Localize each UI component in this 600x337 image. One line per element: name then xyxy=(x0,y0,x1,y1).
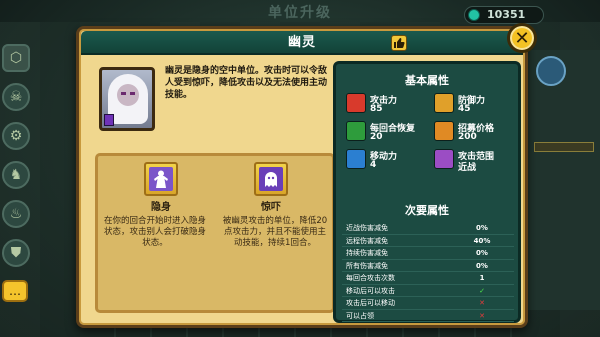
side-icon-gear[interactable]: ⚙ xyxy=(2,122,30,150)
heal-icon xyxy=(346,121,366,141)
list-item: 近战伤害减免 0% xyxy=(342,222,514,235)
ability-text: 被幽灵攻击的单位，降低20点攻击力，并且不能使用主动技能，持续1回合。 xyxy=(222,216,328,248)
basic-stats-title: 基本属性 xyxy=(405,74,449,87)
abilities-panel: 隐身 在你的回合开始时进入隐身状态，攻击别人会打破隐身状态。 惊吓 被幽灵攻击的… xyxy=(95,153,335,313)
check-icon: ✓ xyxy=(479,286,485,295)
list-item: 可以占领 ✕ xyxy=(342,310,514,322)
ghost-scare-icon xyxy=(259,167,283,191)
list-item: 攻击后可以移动 ✕ xyxy=(342,297,514,310)
list-item: 所有伤害减免 0% xyxy=(342,260,514,272)
side-icon-unit[interactable]: ⬡ xyxy=(2,44,30,72)
side-icon-beast[interactable]: ♞ xyxy=(2,161,30,189)
cost-icon xyxy=(434,121,454,141)
side-icon-fire[interactable]: ♨ xyxy=(2,200,30,228)
stealth-icon xyxy=(149,167,173,191)
cross-icon: ✕ xyxy=(479,299,485,307)
minor-stats-list: 近战伤害减免 0% 远程伤害减免 40% 持续伤害减免 0% 所有伤害减免 0% 每回合… xyxy=(342,222,514,322)
cross-icon: ✕ xyxy=(479,311,485,320)
level-badge-icon xyxy=(104,114,114,126)
stat-defense: 防御力 45 xyxy=(434,92,518,116)
stat-attack: 攻击力 85 xyxy=(346,92,430,116)
stats-panel: 基本属性 攻击力 85 防御力 45 每回合恢复 20 招募价格 200 移动力… xyxy=(333,61,521,323)
side-icon-skull[interactable]: ☠ xyxy=(2,83,30,111)
stat-heal: 每回合恢复 20 xyxy=(346,120,430,144)
thumbs-up-icon[interactable] xyxy=(391,35,407,51)
stat-range: 攻击范围 近战 xyxy=(434,148,518,173)
defense-icon xyxy=(434,93,454,113)
list-item: 远程伤害减免 40% xyxy=(342,235,514,247)
minor-stats-title: 次要属性 xyxy=(405,204,449,217)
ability-scare[interactable]: 惊吓 xyxy=(216,162,326,213)
unit-portrait xyxy=(99,67,155,131)
side-menu: ⬡ ☠ ⚙ ♞ ♨ ⛊ xyxy=(2,44,32,278)
gem-icon xyxy=(468,9,480,21)
list-item: 移动后可以攻击 ✓ xyxy=(342,285,514,297)
coin-amount: 10351 xyxy=(487,8,526,21)
side-icon-shield[interactable]: ⛊ xyxy=(2,239,30,267)
progress-bar xyxy=(534,142,594,152)
chat-button[interactable]: … xyxy=(2,280,28,302)
ability-name: 隐身 xyxy=(151,202,171,213)
coin-counter: 10351 xyxy=(464,6,544,24)
unit-badge-icon xyxy=(536,56,566,86)
ability-text: 在你的回合开始时进入隐身状态，攻击别人会打破隐身状态。 xyxy=(103,216,206,248)
ability-stealth[interactable]: 隐身 xyxy=(106,162,216,213)
unit-info-dialog: 幽灵 ✕ 幽灵是隐身的空中单位。攻击时可以令敌人受到惊吓，降低攻击以及无法使用主… xyxy=(76,23,537,328)
attack-icon xyxy=(346,93,366,113)
ability-name: 惊吓 xyxy=(261,202,281,213)
dialog-title: 幽灵 xyxy=(287,35,316,50)
dialog-header: 幽灵 xyxy=(81,31,523,55)
stat-cost: 招募价格 200 xyxy=(434,120,518,144)
unit-description: 幽灵是隐身的空中单位。攻击时可以令敌人受到惊吓，降低攻击以及无法使用主动技能。 xyxy=(165,66,328,100)
list-item: 持续伤害减免 0% xyxy=(342,247,514,260)
right-panel-behind xyxy=(524,50,600,310)
list-item: 每回合攻击次数 1 xyxy=(342,272,514,285)
move-icon xyxy=(346,149,366,169)
range-icon xyxy=(434,149,454,169)
stat-move: 移动力 4 xyxy=(346,148,430,172)
close-button[interactable]: ✕ xyxy=(507,23,537,53)
